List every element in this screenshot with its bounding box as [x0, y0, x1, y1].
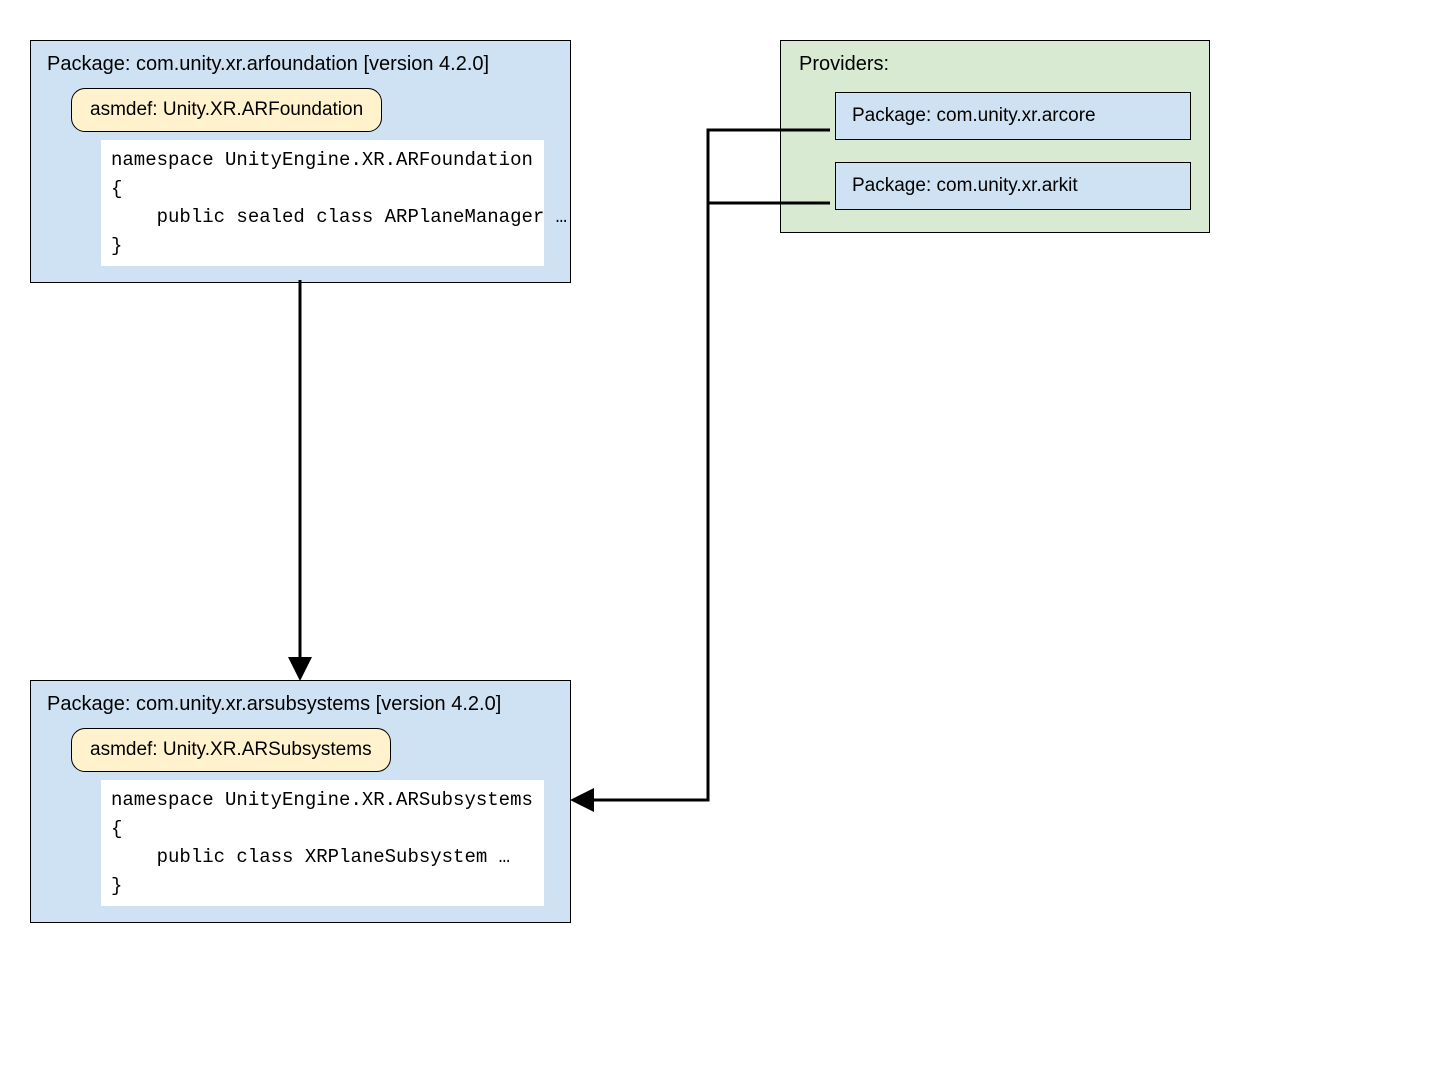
arsubsystems-title: Package: com.unity.xr.arsubsystems [vers…	[47, 693, 554, 716]
arsubsystems-code-box: namespace UnityEngine.XR.ARSubsystems { …	[101, 780, 544, 906]
arsubsystems-asmdef-box: asmdef: Unity.XR.ARSubsystems	[71, 728, 391, 772]
arfoundation-asmdef-label: asmdef: Unity.XR.ARFoundation	[90, 99, 363, 120]
arfoundation-title: Package: com.unity.xr.arfoundation [vers…	[47, 53, 554, 76]
arfoundation-asmdef-box: asmdef: Unity.XR.ARFoundation	[71, 88, 382, 132]
providers-title: Providers:	[799, 53, 1191, 76]
provider-arkit: Package: com.unity.xr.arkit	[835, 162, 1191, 210]
providers-box: Providers: Package: com.unity.xr.arcore …	[780, 40, 1210, 233]
arfoundation-package-box: Package: com.unity.xr.arfoundation [vers…	[30, 40, 571, 283]
arsubsystems-package-box: Package: com.unity.xr.arsubsystems [vers…	[30, 680, 571, 923]
provider-arcore: Package: com.unity.xr.arcore	[835, 92, 1191, 140]
arsubsystems-asmdef-label: asmdef: Unity.XR.ARSubsystems	[90, 739, 372, 760]
arfoundation-code-box: namespace UnityEngine.XR.ARFoundation { …	[101, 140, 544, 266]
